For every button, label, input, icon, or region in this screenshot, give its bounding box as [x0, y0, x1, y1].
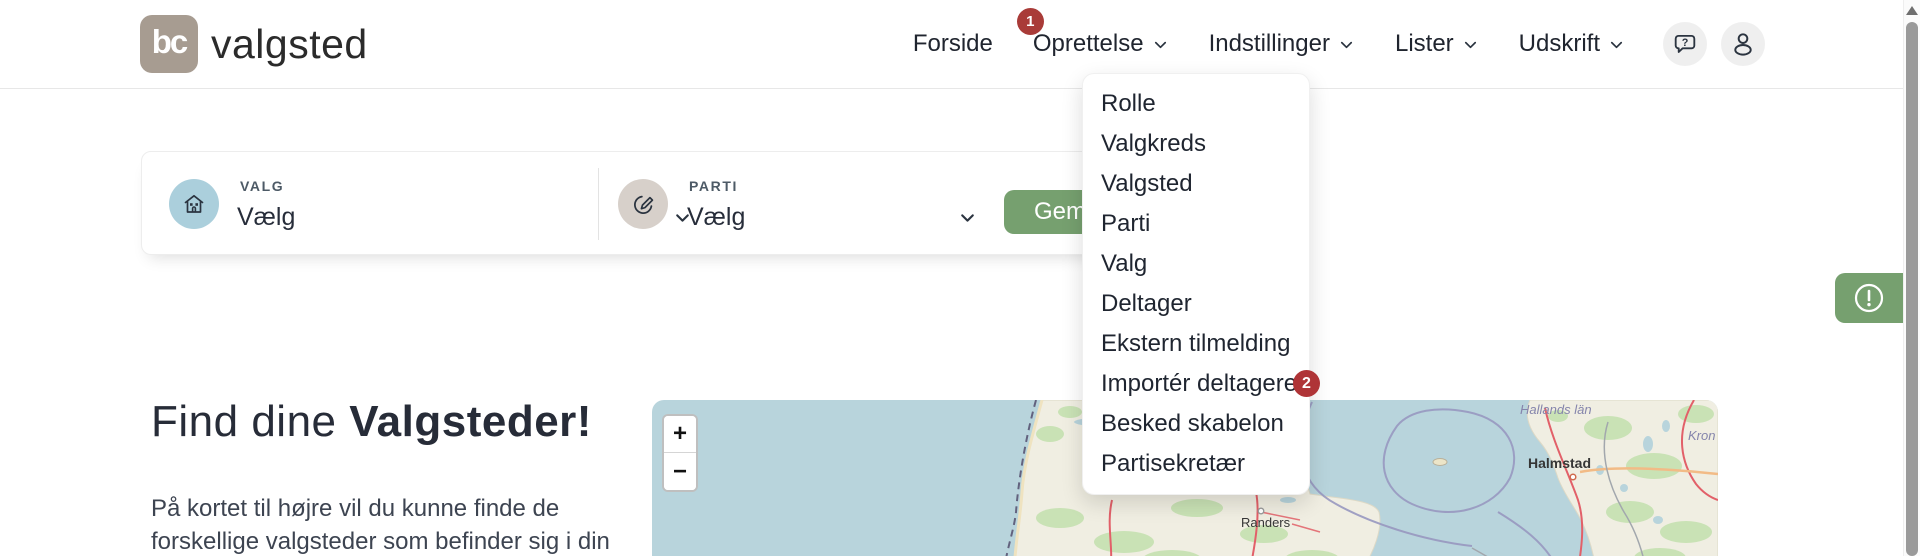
map-zoom-out-button[interactable]: − [664, 453, 696, 490]
nav-item-forside[interactable]: Forside [913, 30, 993, 58]
logo-mark: bc [140, 15, 198, 73]
main-nav: Forside 1 Oprettelse Indstillinger Liste… [913, 30, 1625, 58]
alert-circle-icon [1851, 280, 1887, 316]
polling-place-icon [180, 190, 208, 218]
user-profile-button[interactable] [1721, 22, 1765, 66]
valg-select-value: Vælg [237, 203, 295, 232]
scrollbar-thumb[interactable] [1906, 22, 1918, 556]
map-marker-halmstad [1570, 474, 1576, 480]
scrollbar [1903, 0, 1920, 556]
menu-item-label: Importér deltagere [1101, 370, 1297, 397]
nav-label: Udskrift [1519, 30, 1600, 58]
logo-text: valgsted [211, 21, 368, 68]
scroll-up-arrow[interactable] [1906, 6, 1918, 15]
svg-text:?: ? [1682, 37, 1689, 49]
chevron-down-icon [1608, 36, 1625, 53]
alert-side-tab[interactable] [1835, 273, 1903, 323]
parti-filter-label: PARTI [689, 178, 738, 194]
menu-item-valg[interactable]: Valg [1083, 244, 1309, 284]
menu-item-importer-deltagere[interactable]: Importér deltagere 2 [1083, 364, 1309, 404]
logo[interactable]: bc valgsted [140, 15, 368, 73]
header: bc valgsted Forside 1 Oprettelse Indstil… [0, 0, 1903, 89]
menu-item-deltager[interactable]: Deltager [1083, 284, 1309, 324]
menu-item-besked-skabelon[interactable]: Besked skabelon [1083, 404, 1309, 444]
chevron-down-icon [1152, 36, 1169, 53]
chevron-down-icon [958, 208, 977, 227]
map-zoom-in-button[interactable]: + [664, 416, 696, 453]
header-actions: ? [1663, 22, 1765, 66]
help-chat-button[interactable]: ? [1663, 22, 1707, 66]
valg-filter-label: VALG [240, 178, 284, 194]
nav-label: Oprettelse [1033, 30, 1144, 58]
page: bc valgsted Forside 1 Oprettelse Indstil… [0, 0, 1920, 556]
filter-divider [598, 168, 599, 240]
filter-card: VALG Vælg PARTI Vælg Gem [141, 151, 1201, 255]
user-icon [1729, 30, 1757, 58]
map-marker-randers [1258, 508, 1264, 514]
nav-item-udskrift[interactable]: Udskrift [1519, 30, 1625, 58]
parti-select-value: Vælg [687, 203, 745, 232]
menu-item-parti[interactable]: Parti [1083, 204, 1309, 244]
menu-item-badge: 2 [1293, 370, 1320, 397]
edit-icon [630, 191, 657, 218]
menu-item-partisekretaer[interactable]: Partisekretær [1083, 444, 1309, 484]
page-title: Find dine Valgsteder! [151, 396, 610, 448]
nav-item-oprettelse[interactable]: 1 Oprettelse [1033, 30, 1169, 58]
nav-item-indstillinger[interactable]: Indstillinger [1209, 30, 1355, 58]
map-label-randers: Randers [1241, 515, 1291, 530]
map-label-halmstad: Halmstad [1528, 455, 1591, 471]
chevron-down-icon [1338, 36, 1355, 53]
parti-filter-icon-circle [618, 179, 668, 229]
nav-label: Forside [913, 30, 993, 58]
chat-question-icon: ? [1672, 31, 1698, 57]
menu-item-rolle[interactable]: Rolle [1083, 84, 1309, 124]
valg-filter-icon-circle [169, 179, 219, 229]
parti-select[interactable]: Vælg [687, 198, 977, 236]
menu-item-valgkreds[interactable]: Valgkreds [1083, 124, 1309, 164]
map-zoom-control: + − [662, 414, 698, 492]
map-label-region-right: Kron [1688, 428, 1715, 443]
nav-label: Lister [1395, 30, 1454, 58]
nav-item-lister[interactable]: Lister [1395, 30, 1479, 58]
oprettelse-dropdown-menu: Rolle Valgkreds Valgsted Parti Valg Delt… [1082, 73, 1310, 495]
chevron-down-icon [1462, 36, 1479, 53]
notification-badge: 1 [1017, 8, 1044, 35]
menu-item-ekstern-tilmelding[interactable]: Ekstern tilmelding [1083, 324, 1309, 364]
nav-label: Indstillinger [1209, 30, 1330, 58]
map-label-region-top: Hallands län [1520, 402, 1592, 417]
menu-item-valgsted[interactable]: Valgsted [1083, 164, 1309, 204]
intro-section: Find dine Valgsteder! På kortet til højr… [151, 396, 610, 556]
intro-paragraph: På kortet til højre vil du kunne finde d… [151, 492, 610, 556]
